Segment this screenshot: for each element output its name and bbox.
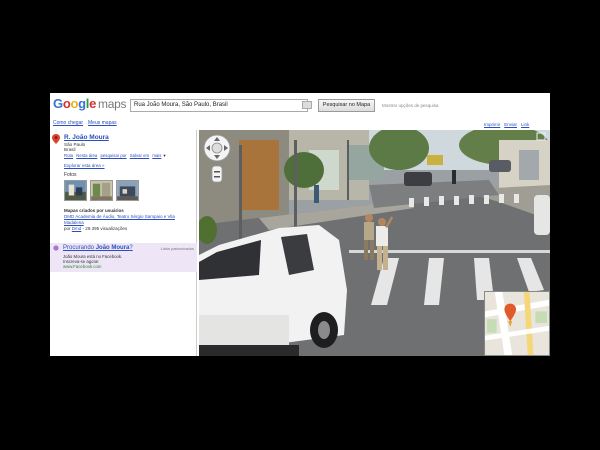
photo-thumbnail[interactable]	[116, 180, 139, 201]
ad-label: Links patrocinados	[160, 246, 194, 251]
search-button[interactable]: Pesquisar no Mapa	[318, 99, 375, 112]
photo-thumbnail[interactable]	[64, 180, 87, 201]
mini-map[interactable]	[484, 291, 550, 356]
result-country: Brasil	[64, 147, 76, 152]
user-maps-section: Mapas criados por usuários DMD Academia …	[64, 208, 194, 231]
top-right-links: Imprimir Enviar Link	[480, 122, 529, 127]
logo-letter: G	[53, 96, 63, 111]
chevron-down-icon[interactable]: ▾	[163, 153, 165, 158]
search-near-link[interactable]: pesquisar por	[101, 153, 127, 158]
search-input[interactable]: Rua João Moura, São Paulo, Brasil	[130, 99, 308, 112]
search-options-link[interactable]: Mostrar opções de pesquisa	[382, 103, 439, 108]
link-link[interactable]: Link	[521, 122, 529, 127]
map-pin-icon[interactable]	[52, 134, 60, 144]
google-maps-logo[interactable]: Google maps	[53, 96, 126, 111]
ad-url[interactable]: www.Facebook.com	[63, 264, 101, 269]
byline-views: - 29.395 visualizações	[82, 226, 128, 231]
user-maps-heading: Mapas criados por usuários	[64, 208, 124, 213]
byline-prefix: por	[64, 226, 71, 231]
result-actions: Rota Nesta área pesquisar por Salvar em …	[64, 153, 168, 159]
my-maps-link[interactable]: Meus mapas	[88, 120, 117, 126]
result-title[interactable]: R. João Moura	[64, 134, 109, 141]
ad-title-name: João Moura	[95, 245, 130, 251]
user-map-link-cont[interactable]: Madalena	[64, 220, 194, 226]
top-bar: Google maps Rua João Moura, São Paulo, Br…	[50, 93, 550, 118]
sponsored-ad[interactable]: Procurando João Moura? Links patrocinado…	[50, 243, 197, 272]
send-link[interactable]: Enviar	[504, 122, 517, 127]
explore-area-link[interactable]: Explorar esta área »	[64, 163, 105, 168]
save-to-link[interactable]: Salvar em	[130, 153, 149, 158]
ad-title-prefix: Procurando	[63, 245, 95, 251]
photo-thumbnail[interactable]	[90, 180, 113, 201]
nav-links: Como chegar Meus mapas	[50, 120, 198, 129]
print-link[interactable]: Imprimir	[484, 122, 500, 127]
google-maps-window: Google maps Rua João Moura, São Paulo, Br…	[50, 93, 550, 356]
user-map-byline: por Dmd - 29.395 visualizações	[64, 226, 194, 231]
logo-letter: e	[89, 96, 97, 111]
user-map-link[interactable]: DMD Academia de Áudio, Teatro Sérgio Sam…	[64, 214, 194, 220]
more-link[interactable]: mais	[152, 153, 161, 158]
results-sidebar: R. João Moura São Paulo Brasil Rota Nest…	[50, 130, 197, 356]
ad-marker-icon	[53, 245, 59, 251]
logo-letter: o	[70, 96, 79, 111]
logo-maps-word: maps	[98, 97, 127, 111]
search-dropdown-icon[interactable]	[302, 101, 312, 109]
directions-link[interactable]: Como chegar	[53, 120, 83, 126]
photos-label: Fotos	[64, 172, 77, 178]
ad-title[interactable]: Procurando João Moura?	[63, 245, 133, 251]
logo-letter: g	[78, 96, 86, 111]
byline-user-link[interactable]: Dmd	[72, 226, 82, 231]
route-link[interactable]: Rota	[64, 153, 73, 158]
nearby-link[interactable]: Nesta área	[76, 153, 97, 158]
ad-title-suffix: ?	[129, 245, 133, 251]
